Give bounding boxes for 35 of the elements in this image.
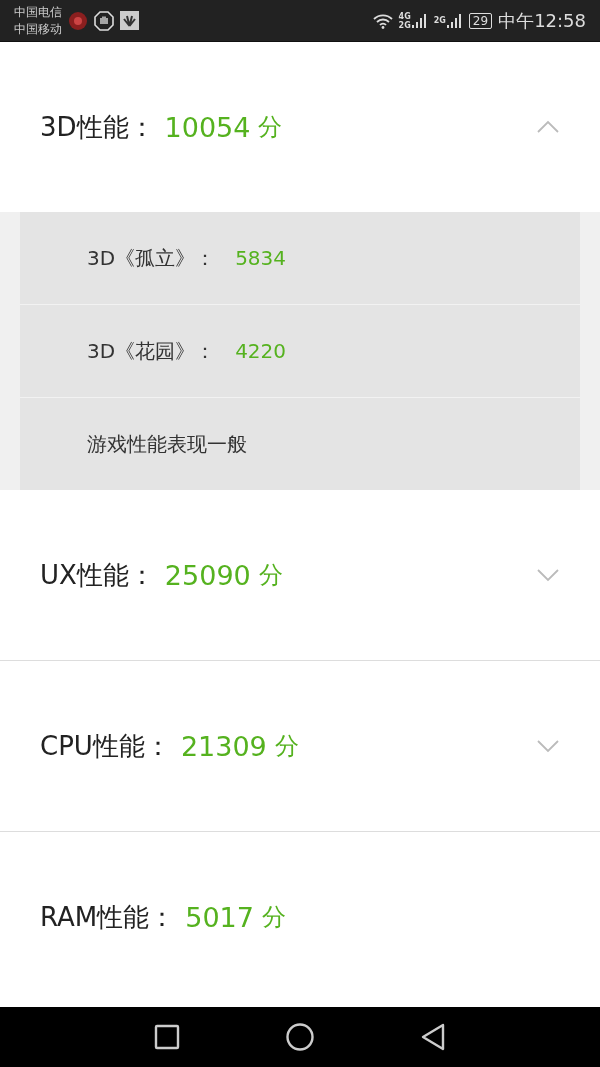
detail-label: 3D《花园》： (87, 337, 216, 365)
wifi-icon (372, 12, 393, 29)
score-unit: 分 (258, 112, 283, 143)
detail-score: 4220 (235, 339, 287, 363)
signal-icon (411, 12, 428, 29)
detail-note: 游戏性能表现一般 (87, 430, 247, 458)
clock-time: 中午12:58 (498, 8, 586, 33)
section-header[interactable]: 3D性能： 10054 分 (0, 42, 600, 212)
home-icon[interactable] (286, 1023, 314, 1051)
score-unit: 分 (261, 902, 286, 933)
carrier-name: 中国电信 (14, 3, 62, 21)
network-type: 4G (398, 11, 411, 21)
network-type: 2G (398, 20, 411, 30)
section-label: 3D性能： (40, 110, 155, 144)
score-value: 10054 (164, 111, 251, 143)
score-unit: 分 (258, 560, 283, 591)
score-value: 5017 (185, 901, 254, 933)
score-value: 21309 (180, 730, 267, 762)
section-label: RAM性能： (40, 900, 176, 934)
detail-score: 5834 (235, 246, 287, 270)
detail-label: 3D《孤立》： (87, 244, 216, 272)
section-label: CPU性能： (40, 729, 171, 763)
battery-level: 29 (468, 12, 493, 29)
back-icon[interactable] (420, 1023, 446, 1051)
network-type: 2G (433, 16, 446, 25)
score-unit: 分 (274, 731, 299, 762)
app-notification-icon (68, 10, 88, 31)
section-label: UX性能： (40, 558, 155, 592)
signal-icon (446, 12, 463, 29)
carrier-name: 中国移动 (14, 20, 62, 38)
section-header[interactable]: UX性能： 25090 分 (0, 490, 600, 660)
recent-apps-icon[interactable] (154, 1024, 180, 1050)
section-header[interactable]: CPU性能： 21309 分 (0, 661, 600, 831)
section-header[interactable]: RAM性能： 5017 分 (0, 832, 600, 1002)
score-value: 25090 (164, 559, 251, 591)
